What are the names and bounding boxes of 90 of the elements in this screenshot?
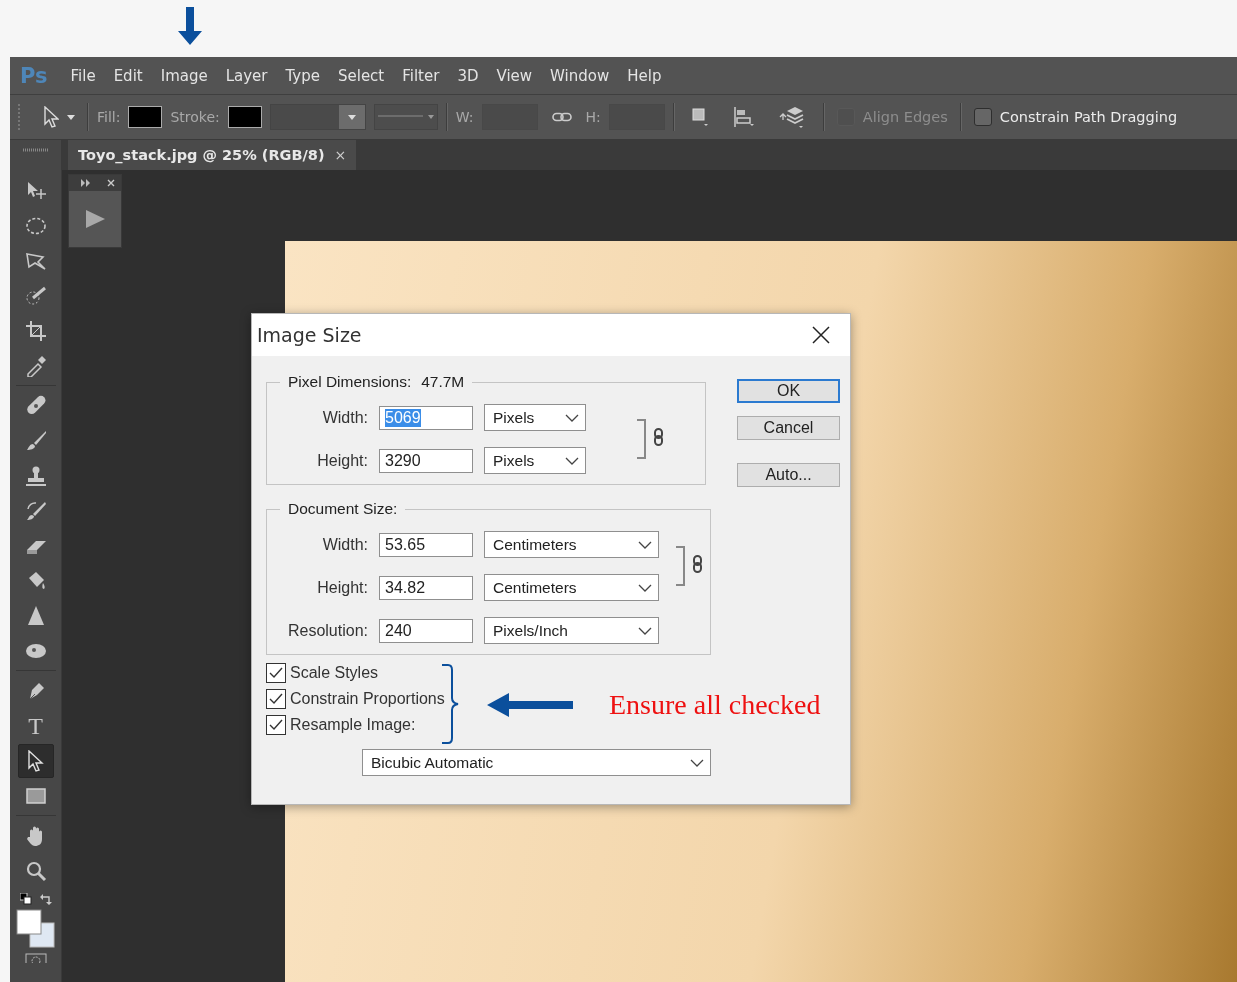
down-arrow	[178, 7, 202, 45]
link-bracket-icon	[675, 544, 705, 588]
menu-item[interactable]: File	[61, 66, 105, 85]
field-label: Height:	[316, 451, 368, 470]
chevron-down-icon	[565, 456, 579, 465]
dashed-ellipse-icon	[24, 215, 47, 237]
chevron-down-icon	[565, 413, 579, 422]
menu-item[interactable]: View	[487, 66, 542, 85]
dialog-button[interactable]: OK	[737, 379, 840, 403]
rectangle-icon	[24, 785, 47, 807]
text-field[interactable]: 3290	[379, 448, 473, 473]
dialog-button[interactable]: Auto...	[737, 463, 840, 487]
tool-button[interactable]: T	[17, 709, 54, 743]
document-title: Toyo_stack.jpg @ 25% (RGB/8)	[78, 147, 325, 163]
align-icon[interactable]	[732, 107, 755, 127]
chevron-down-icon	[690, 758, 704, 767]
link-bracket-icon	[636, 417, 666, 461]
menu-item[interactable]: Layer	[216, 66, 277, 85]
caret-icon	[347, 114, 356, 120]
unit-dropdown[interactable]: Pixels/Inch	[484, 617, 659, 644]
field-label: Height:	[316, 578, 368, 597]
menu-item[interactable]: Select	[328, 66, 394, 85]
unit-dropdown[interactable]: Centimeters	[484, 574, 659, 601]
menu-item[interactable]: 3D	[448, 66, 488, 85]
close-icon[interactable]	[812, 326, 830, 344]
field-label: Resolution:	[286, 621, 368, 640]
text-field[interactable]: 34.82	[379, 575, 473, 600]
link-icon[interactable]	[551, 112, 572, 122]
color-swatches-icon[interactable]	[15, 909, 56, 949]
expand-icon[interactable]	[81, 179, 91, 187]
menu-item[interactable]: Edit	[104, 66, 152, 85]
fill-label: Fill:	[97, 109, 121, 125]
brush-icon	[24, 430, 47, 452]
unit-dropdown[interactable]: Pixels	[484, 447, 586, 474]
width-label: W:	[455, 109, 474, 125]
line-caret-icon	[375, 114, 436, 120]
menu-item[interactable]: Image	[151, 66, 217, 85]
unit-dropdown[interactable]: Centimeters	[484, 531, 659, 558]
unit-dropdown[interactable]: Pixels	[484, 404, 586, 431]
app-logo: Ps	[20, 63, 48, 88]
resample-dropdown[interactable]: Bicubic Automatic	[362, 749, 711, 776]
zoom-icon	[24, 860, 47, 882]
group-value: 47.7M	[421, 373, 465, 391]
default-colors-icon[interactable]	[19, 893, 32, 905]
polygonal-lasso-icon	[24, 250, 47, 272]
checkmark-icon	[269, 719, 283, 731]
eyedropper-icon	[24, 355, 47, 377]
menu-item[interactable]: Filter	[393, 66, 449, 85]
stroke-swatch[interactable]	[227, 106, 262, 128]
field-label: Width:	[321, 408, 368, 427]
fill-swatch[interactable]	[128, 106, 163, 128]
menu-item[interactable]: Window	[541, 66, 619, 85]
group-title: Document Size:	[288, 500, 398, 518]
chevron-down-icon	[638, 540, 652, 549]
menu-item[interactable]: Type	[276, 66, 329, 85]
quick-select-icon	[24, 285, 47, 307]
group-title: Pixel Dimensions:	[288, 373, 412, 391]
play-button[interactable]	[69, 191, 121, 247]
grip-icon	[22, 148, 49, 152]
dialog-title: Image Size	[257, 324, 362, 346]
dialog-button[interactable]: Cancel	[737, 416, 840, 440]
annotation-text: Ensure all checked	[609, 689, 821, 721]
text-field[interactable]: 240	[379, 618, 473, 643]
stroke-label: Stroke:	[170, 109, 220, 125]
checkbox-option[interactable]: Resample Image:	[266, 715, 416, 735]
cursor-arrow-icon	[43, 106, 59, 128]
checkbox-option: Align Edges	[836, 108, 948, 126]
menu-item[interactable]: Help	[618, 66, 671, 85]
checkbox-option[interactable]: Constrain Proportions	[266, 689, 445, 709]
left-arrow-icon	[487, 693, 575, 717]
type-tool-icon: T	[28, 714, 43, 738]
checkbox-option[interactable]: Scale Styles	[266, 663, 379, 683]
checkbox-option[interactable]: Constrain Path Dragging	[973, 108, 1178, 126]
chevron-down-icon	[638, 583, 652, 592]
tool-button[interactable]	[17, 744, 54, 778]
play-icon	[85, 210, 105, 228]
checkmark-icon	[269, 667, 283, 679]
text-field[interactable]: 53.65	[379, 532, 473, 557]
document-tab[interactable]: Toyo_stack.jpg @ 25% (RGB/8) ×	[68, 140, 357, 170]
quick-mask-icon[interactable]	[24, 953, 47, 963]
chevron-down-icon	[638, 626, 652, 635]
tab-close-button[interactable]: ×	[334, 147, 347, 163]
field-label: Width:	[321, 535, 368, 554]
history-brush-icon	[24, 500, 47, 522]
crop-icon	[24, 320, 47, 342]
checkmark-icon	[269, 693, 283, 705]
stamp-icon	[24, 465, 47, 487]
caret-icon	[67, 114, 75, 120]
height-label: H:	[585, 109, 601, 125]
swap-arrows-icon[interactable]	[39, 893, 52, 905]
